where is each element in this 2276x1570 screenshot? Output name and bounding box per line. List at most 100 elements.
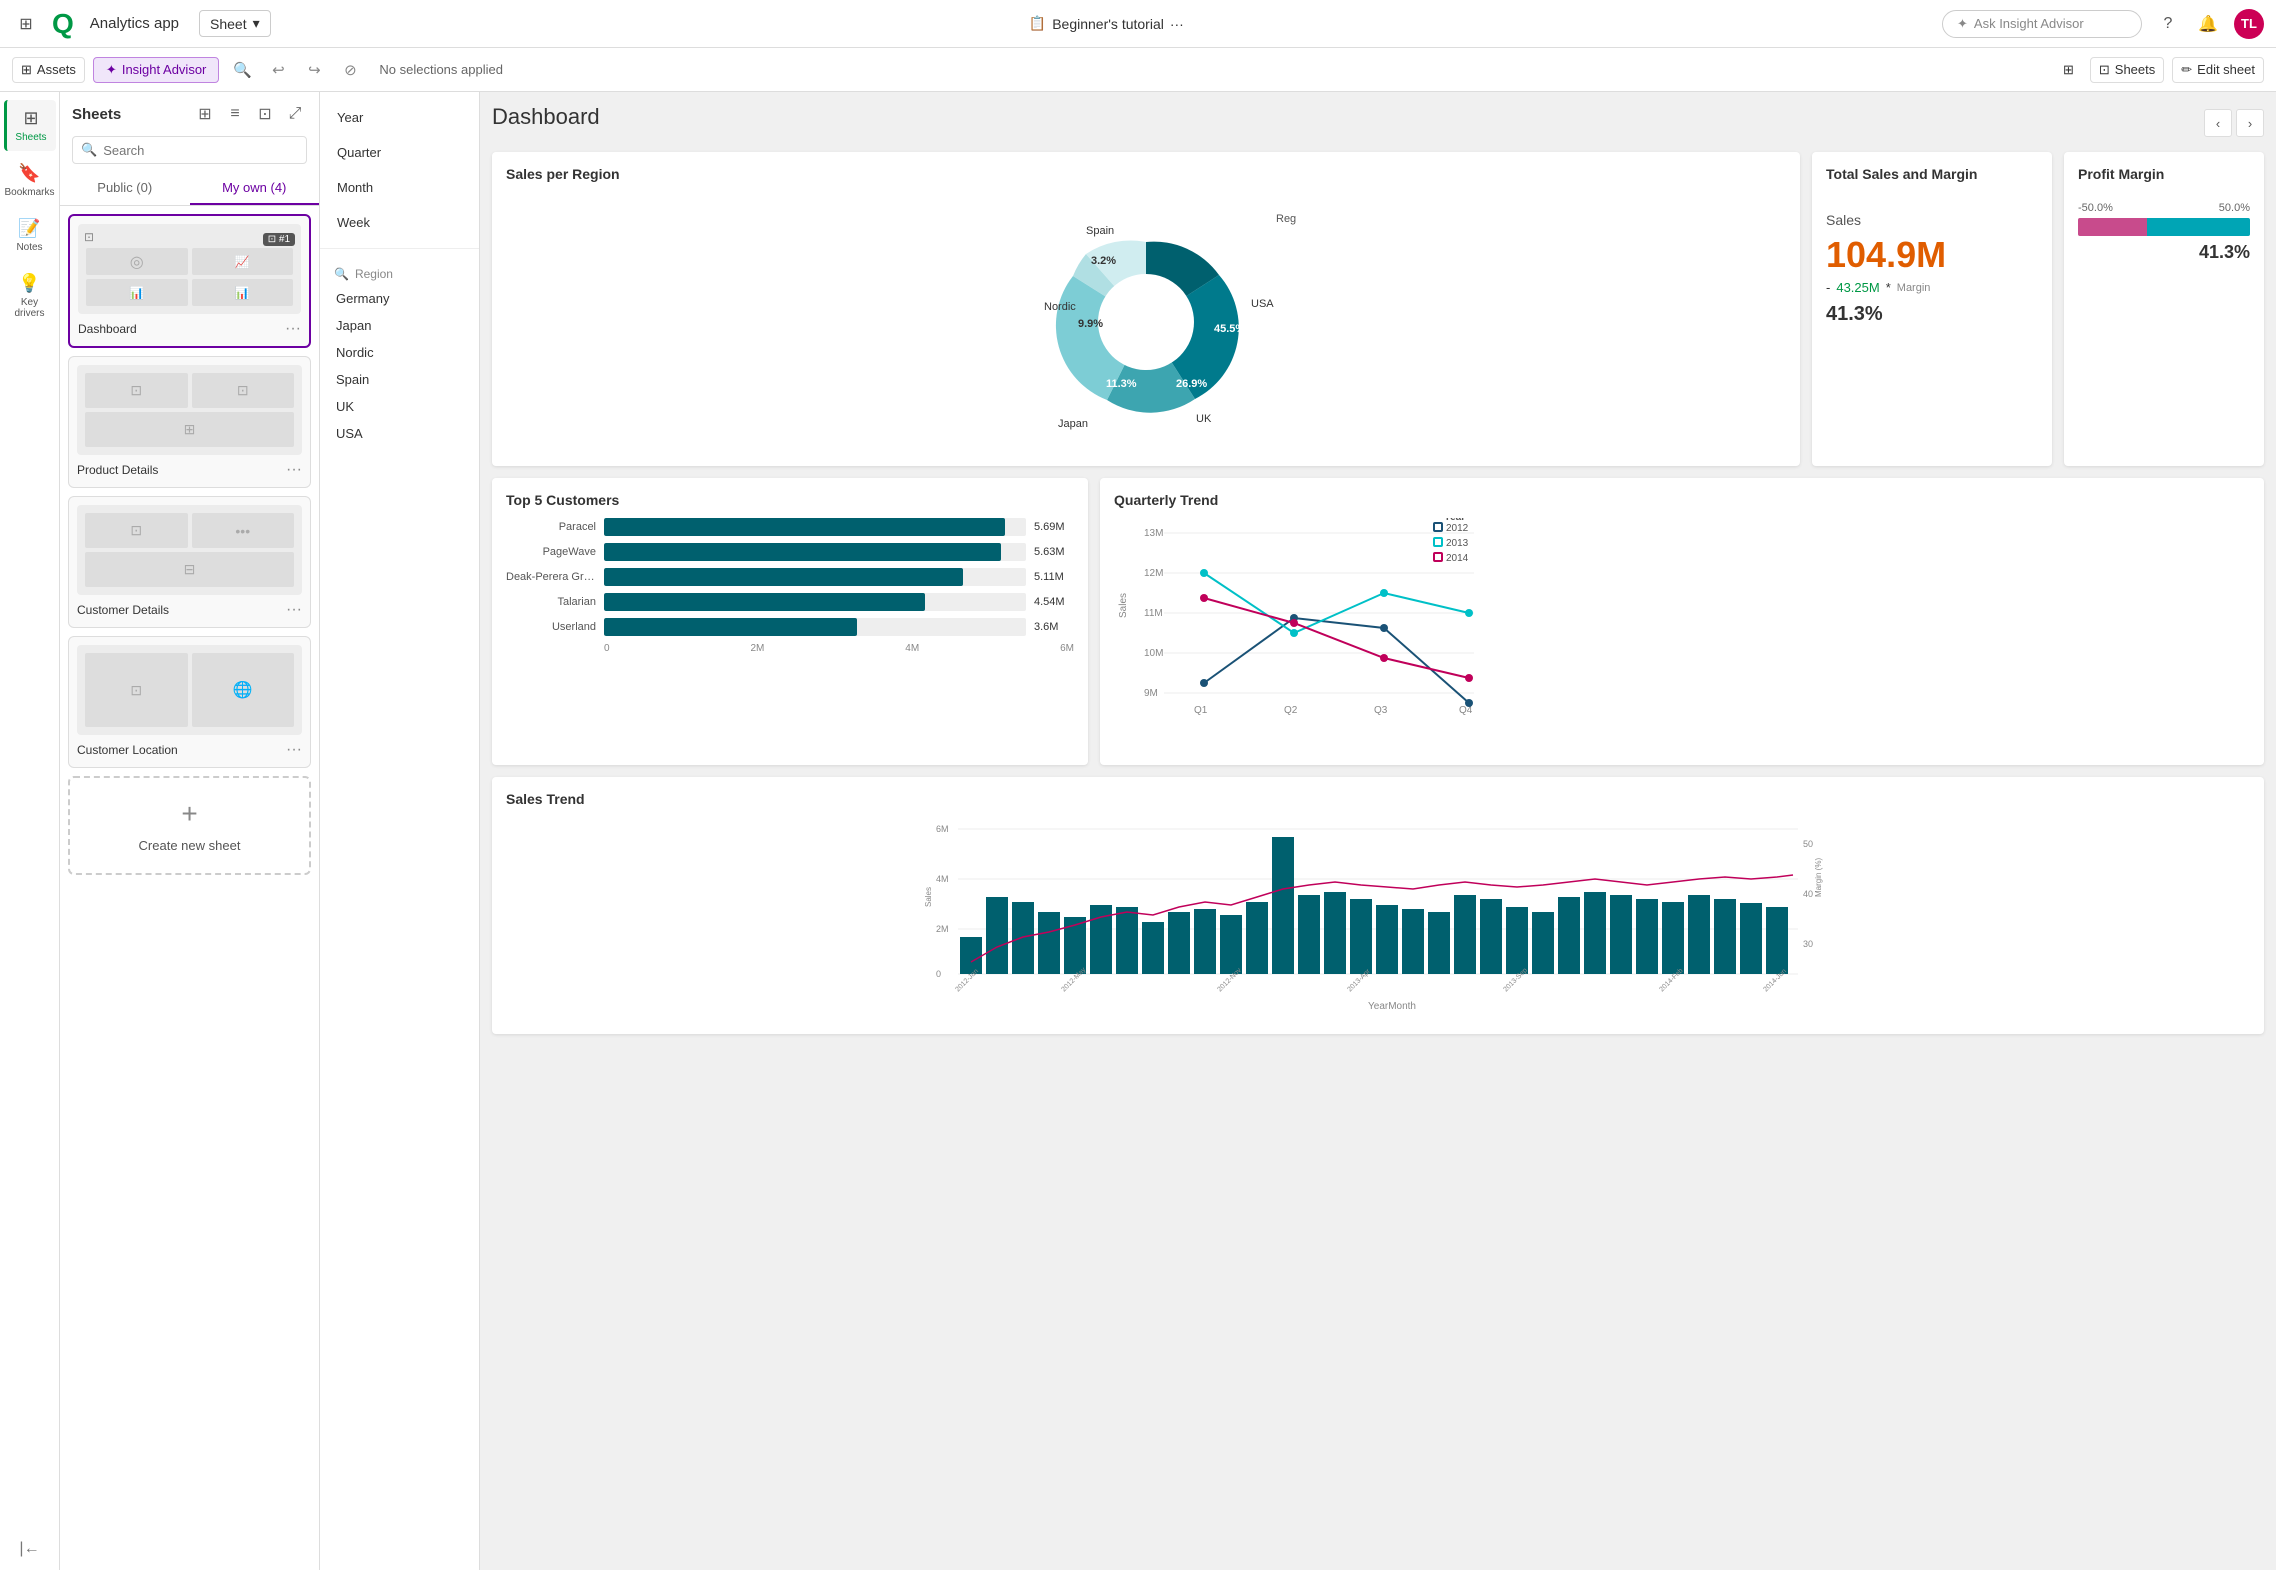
sheets-button[interactable]: ⊡ Sheets xyxy=(2090,57,2164,83)
svg-text:Q3: Q3 xyxy=(1374,705,1388,716)
bar-row-pagewave: PageWave 5.63M xyxy=(506,543,1074,561)
sheet-card-customer-location[interactable]: ⊡ 🌐 Customer Location ··· xyxy=(68,636,311,768)
region-germany[interactable]: Germany xyxy=(320,285,479,312)
filter-tool-button[interactable]: ⊘ xyxy=(335,55,365,85)
assets-button[interactable]: ⊞ Assets xyxy=(12,57,85,83)
collapse-sidebar-button[interactable]: |← xyxy=(19,1540,39,1558)
grid-menu-icon[interactable]: ⊞ xyxy=(12,10,40,38)
filter-quarter[interactable]: Quarter xyxy=(320,135,479,170)
tutorial-button[interactable]: 📋 Beginner's tutorial ··· xyxy=(1029,15,1184,32)
sheet-name-location: Customer Location xyxy=(77,743,178,757)
sheet-menu-location[interactable]: ··· xyxy=(286,741,302,759)
sheet-menu-dashboard[interactable]: ··· xyxy=(285,320,301,338)
grid-view-button[interactable]: ⊞ xyxy=(2055,58,2082,82)
tab-my-own[interactable]: My own (4) xyxy=(190,172,320,205)
avatar[interactable]: TL xyxy=(2234,9,2264,39)
sheet-card-footer-customer: Customer Details ··· xyxy=(77,601,302,619)
prev-sheet-button[interactable]: ‹ xyxy=(2204,109,2232,137)
sheets-search-box[interactable]: 🔍 xyxy=(72,136,307,164)
svg-text:4M: 4M xyxy=(936,874,949,884)
svg-text:Year: Year xyxy=(1444,518,1465,523)
bar-label-talarian: Talarian xyxy=(506,596,596,608)
bell-icon[interactable]: 🔔 xyxy=(2194,10,2222,38)
edit-sheet-button[interactable]: ✏ Edit sheet xyxy=(2172,57,2264,83)
bar-value-talarian: 4.54M xyxy=(1034,596,1074,608)
nav-right: ✦ Ask Insight Advisor ? 🔔 TL xyxy=(1942,9,2264,39)
sheet-menu-product[interactable]: ··· xyxy=(286,461,302,479)
margin-value: 43.25M xyxy=(1836,280,1879,295)
bookmark-icon: 🔖 xyxy=(18,163,40,184)
svg-text:Q2: Q2 xyxy=(1284,705,1298,716)
next-sheet-button[interactable]: › xyxy=(2236,109,2264,137)
svg-text:USA: USA xyxy=(1251,298,1274,310)
quarterly-trend-chart: 13M 12M 11M 10M 9M Q1 Q2 xyxy=(1114,518,1534,748)
filter-month[interactable]: Month xyxy=(320,170,479,205)
search-tool-button[interactable]: 🔍 xyxy=(227,55,257,85)
preview-cell-3: 📊 xyxy=(86,279,188,306)
sheet-card-customer-details[interactable]: ⊡ ••• ⊟ Customer Details ··· xyxy=(68,496,311,628)
create-new-sheet-button[interactable]: + Create new sheet xyxy=(68,776,311,875)
list-view-panel-icon[interactable]: ≡ xyxy=(223,102,247,126)
bar-row-deak: Deak-Perera Gro... 5.11M xyxy=(506,568,1074,586)
profit-margin-title: Profit Margin xyxy=(2078,166,2250,182)
insight-advisor-search[interactable]: ✦ Ask Insight Advisor xyxy=(1942,10,2142,38)
sidebar-item-notes[interactable]: 📝 Notes xyxy=(4,210,56,261)
tab-public[interactable]: Public (0) xyxy=(60,172,190,205)
profit-bar xyxy=(2078,218,2250,236)
svg-text:0: 0 xyxy=(936,969,941,979)
insight-advisor-button[interactable]: ✦ Insight Advisor xyxy=(93,57,219,83)
sheets-icon: ⊞ xyxy=(23,108,38,129)
bar-row-userland: Userland 3.6M xyxy=(506,618,1074,636)
forward-tool-button[interactable]: ↪ xyxy=(299,55,329,85)
sheets-list: ⊡ ⊡ #1 ◎ 📈 📊 📊 Dashboard ··· xyxy=(60,206,319,1570)
profit-margin-content: -50.0% 50.0% 41.3% xyxy=(2078,202,2250,263)
sales-trend-card: Sales Trend 6M 4M 2M 0 50 40 30 xyxy=(492,777,2264,1034)
region-nordic[interactable]: Nordic xyxy=(320,339,479,366)
grid-view-panel-icon[interactable]: ⊞ xyxy=(193,102,217,126)
margin-asterisk: * xyxy=(1886,280,1891,295)
bar-value-paracel: 5.69M xyxy=(1034,521,1074,533)
sheet-dropdown[interactable]: Sheet ▾ xyxy=(199,10,271,37)
create-sheet-label: Create new sheet xyxy=(139,838,241,853)
sheet-card-footer-location: Customer Location ··· xyxy=(77,741,302,759)
sheet-preview-customer-details: ⊡ ••• ⊟ xyxy=(77,505,302,595)
svg-text:50: 50 xyxy=(1803,839,1813,849)
sales-value-section: Sales 104.9M - 43.25M * Margin 41.3% xyxy=(1826,212,2038,326)
sheets-search-input[interactable] xyxy=(103,143,298,158)
filter-week[interactable]: Week xyxy=(320,205,479,240)
sidebar-label-bookmarks: Bookmarks xyxy=(5,187,55,198)
svg-text:13M: 13M xyxy=(1144,528,1163,539)
region-japan[interactable]: Japan xyxy=(320,312,479,339)
region-usa[interactable]: USA xyxy=(320,420,479,447)
region-spain[interactable]: Spain xyxy=(320,366,479,393)
svg-text:3.2%: 3.2% xyxy=(1091,255,1116,267)
svg-text:12M: 12M xyxy=(1144,568,1163,579)
sheet-card-product-details[interactable]: ⊡ ⊡ ⊞ Product Details ··· xyxy=(68,356,311,488)
sales-region-title: Sales per Region xyxy=(506,166,1786,182)
sidebar-item-key-drivers[interactable]: 💡 Key drivers xyxy=(4,265,56,327)
expand-panel-icon[interactable]: ⤢ xyxy=(283,102,307,126)
sheet-name-customer: Customer Details xyxy=(77,603,169,617)
sidebar-item-sheets[interactable]: ⊞ Sheets xyxy=(4,100,56,151)
second-navigation: ⊞ Assets ✦ Insight Advisor 🔍 ↩ ↪ ⊘ No se… xyxy=(0,48,2276,92)
back-tool-button[interactable]: ↩ xyxy=(263,55,293,85)
bar-fill-userland xyxy=(604,618,857,636)
filter-panel-icon[interactable]: ⊡ xyxy=(253,102,277,126)
insight-advisor-icon: ✦ xyxy=(106,62,117,78)
profit-margin-card: Profit Margin -50.0% 50.0% 41.3% xyxy=(2064,152,2264,466)
svg-text:Sales: Sales xyxy=(924,887,933,907)
sheet-name-product: Product Details xyxy=(77,463,158,477)
sheet-menu-customer[interactable]: ··· xyxy=(286,601,302,619)
svg-text:YearMonth: YearMonth xyxy=(1368,1001,1416,1012)
sheets-panel: Sheets ⊞ ≡ ⊡ ⤢ 🔍 Public (0) My own (4) ⊡ xyxy=(60,92,320,1570)
top5-bar-chart: Paracel 5.69M PageWave 5.63M xyxy=(506,518,1074,654)
svg-text:Q4: Q4 xyxy=(1459,705,1473,716)
region-uk[interactable]: UK xyxy=(320,393,479,420)
filter-year[interactable]: Year xyxy=(320,100,479,135)
sheet-card-dashboard[interactable]: ⊡ ⊡ #1 ◎ 📈 📊 📊 Dashboard ··· xyxy=(68,214,311,348)
sheets-panel-title: Sheets xyxy=(72,106,121,123)
help-icon[interactable]: ? xyxy=(2154,10,2182,38)
sidebar-item-bookmarks[interactable]: 🔖 Bookmarks xyxy=(4,155,56,206)
bar-label-pagewave: PageWave xyxy=(506,546,596,558)
sales-trend-title: Sales Trend xyxy=(506,791,2250,807)
